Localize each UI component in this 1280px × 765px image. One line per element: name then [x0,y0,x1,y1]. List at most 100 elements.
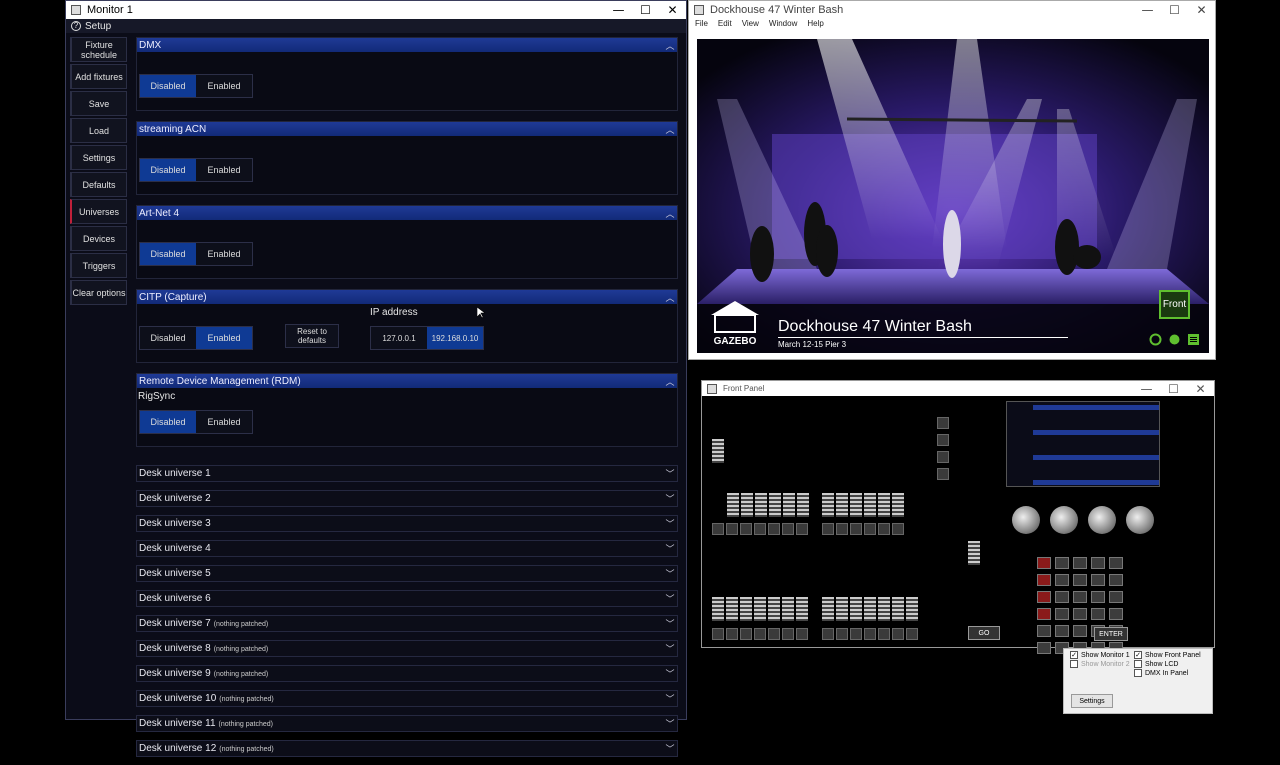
chevron-up-icon[interactable]: ︿ [663,375,677,388]
keypad-key[interactable] [1037,557,1051,569]
keypad-key[interactable] [1109,608,1123,620]
chevron-up-icon[interactable]: ︿ [663,291,677,304]
maximize-button[interactable]: ☐ [632,3,659,17]
show-lcd-checkbox[interactable]: Show LCD [1134,660,1178,668]
chevron-down-icon[interactable]: ﹀ [663,592,677,605]
menu-view[interactable]: View [742,19,759,33]
chevron-down-icon[interactable]: ﹀ [663,717,677,730]
desk-universe-row[interactable]: Desk universe 7 (nothing patched) ﹀ [136,615,678,632]
menu-window[interactable]: Window [769,19,797,33]
dmx-in-panel-checkbox[interactable]: DMX In Panel [1134,669,1188,677]
monitor1-titlebar[interactable]: Monitor 1 — ☐ ✕ [66,1,686,19]
sidebar-devices[interactable]: Devices [70,226,127,251]
keypad-key[interactable] [1055,608,1069,620]
go-button[interactable]: GO [968,626,1000,640]
minimize-button[interactable]: — [1133,382,1160,396]
enter-button[interactable]: ENTER [1094,627,1128,641]
encoder-knob-4[interactable] [1126,506,1154,534]
keypad-key[interactable] [1091,591,1105,603]
desk-universe-row[interactable]: Desk universe 9 (nothing patched) ﹀ [136,665,678,682]
page-buttons[interactable] [937,417,949,480]
close-button[interactable]: ✕ [1188,3,1215,17]
menu-help[interactable]: Help [807,19,823,33]
sacn-disabled-button[interactable]: Disabled [140,159,196,181]
reset-defaults-button[interactable]: Reset to defaults [285,324,339,348]
chevron-down-icon[interactable]: ﹀ [663,742,677,755]
grand-master-fader[interactable] [712,439,724,463]
keypad-key[interactable] [1037,608,1051,620]
keypad-key[interactable] [1109,557,1123,569]
sidebar-clear-options[interactable]: Clear options [70,280,127,305]
keypad-key[interactable] [1109,591,1123,603]
help-icon[interactable]: ? [71,21,81,31]
desk-universe-row[interactable]: Desk universe 3 ﹀ [136,515,678,532]
sacn-enabled-button[interactable]: Enabled [196,159,252,181]
sidebar-add-fixtures[interactable]: Add fixtures [70,64,127,89]
keypad-key[interactable] [1073,608,1087,620]
desk-universe-row[interactable]: Desk universe 1 ﹀ [136,465,678,482]
citp-enabled-button[interactable]: Enabled [196,327,252,349]
chevron-down-icon[interactable]: ﹀ [663,617,677,630]
sidebar-triggers[interactable]: Triggers [70,253,127,278]
fader-bank-top-left[interactable] [727,493,809,517]
desk-universe-row[interactable]: Desk universe 8 (nothing patched) ﹀ [136,640,678,657]
show-front-panel-checkbox[interactable]: ✓ Show Front Panel [1134,651,1201,659]
keypad-key[interactable] [1037,574,1051,586]
chevron-down-icon[interactable]: ﹀ [663,667,677,680]
fader-bank-bottom-left[interactable] [712,597,808,621]
show-monitor1-checkbox[interactable]: ✓ Show Monitor 1 [1070,651,1130,659]
citp-disabled-button[interactable]: Disabled [140,327,196,349]
button-row-top[interactable] [712,523,904,535]
sidebar-save[interactable]: Save [70,91,127,116]
front-view-badge[interactable]: Front [1159,290,1190,319]
dmx-enabled-button[interactable]: Enabled [196,75,252,97]
desk-universe-row[interactable]: Desk universe 12 (nothing patched) ﹀ [136,740,678,757]
sidebar-defaults[interactable]: Defaults [70,172,127,197]
menu-edit[interactable]: Edit [718,19,732,33]
chevron-down-icon[interactable]: ﹀ [663,542,677,555]
keypad-key[interactable] [1037,625,1051,637]
fader-bank-bottom-right[interactable] [822,597,918,621]
chevron-down-icon[interactable]: ﹀ [663,692,677,705]
keypad-key[interactable] [1055,557,1069,569]
chevron-down-icon[interactable]: ﹀ [663,467,677,480]
swap-icon[interactable] [1168,333,1181,346]
artnet-header[interactable]: Art-Net 4 ︿ [137,206,677,220]
keypad-key[interactable] [1109,574,1123,586]
desk-universe-row[interactable]: Desk universe 4 ﹀ [136,540,678,557]
keypad-key[interactable] [1091,608,1105,620]
close-button[interactable]: ✕ [659,3,686,17]
chevron-up-icon[interactable]: ︿ [663,207,677,220]
ip-option-lan[interactable]: 192.168.0.10 [427,327,483,349]
chevron-up-icon[interactable]: ︿ [663,39,677,52]
refresh-icon[interactable] [1149,333,1162,346]
desk-universe-row[interactable]: Desk universe 11 (nothing patched) ﹀ [136,715,678,732]
sidebar-fixture-schedule[interactable]: Fixture schedule [70,37,127,62]
settings-button[interactable]: Settings [1071,694,1113,708]
keypad-key[interactable] [1073,625,1087,637]
minimize-button[interactable]: — [1134,3,1161,17]
dmx-disabled-button[interactable]: Disabled [140,75,196,97]
citp-header[interactable]: CITP (Capture) ︿ [137,290,677,304]
desk-universe-row[interactable]: Desk universe 5 ﹀ [136,565,678,582]
keypad-key[interactable] [1073,591,1087,603]
keypad-key[interactable] [1037,591,1051,603]
dockhouse-titlebar[interactable]: Dockhouse 47 Winter Bash — ☐ ✕ [689,1,1215,19]
desk-universe-row[interactable]: Desk universe 2 ﹀ [136,490,678,507]
keypad-key[interactable] [1073,557,1087,569]
keypad-key[interactable] [1073,574,1087,586]
sidebar-universes[interactable]: Universes [70,199,127,224]
menu-icon[interactable] [1187,333,1200,346]
keypad-key[interactable] [1091,557,1105,569]
menu-file[interactable]: File [695,19,708,33]
ip-option-loopback[interactable]: 127.0.0.1 [371,327,427,349]
dmx-header[interactable]: DMX ︿ [137,38,677,52]
stage-visualiser[interactable]: GAZEBO Dockhouse 47 Winter Bash March 12… [697,39,1209,353]
maximize-button[interactable]: ☐ [1160,382,1187,396]
keypad-key[interactable] [1055,591,1069,603]
chevron-down-icon[interactable]: ﹀ [663,642,677,655]
crossfade-fader[interactable] [968,541,980,565]
chevron-down-icon[interactable]: ﹀ [663,517,677,530]
sacn-header[interactable]: streaming ACN ︿ [137,122,677,136]
keypad-key[interactable] [1055,625,1069,637]
